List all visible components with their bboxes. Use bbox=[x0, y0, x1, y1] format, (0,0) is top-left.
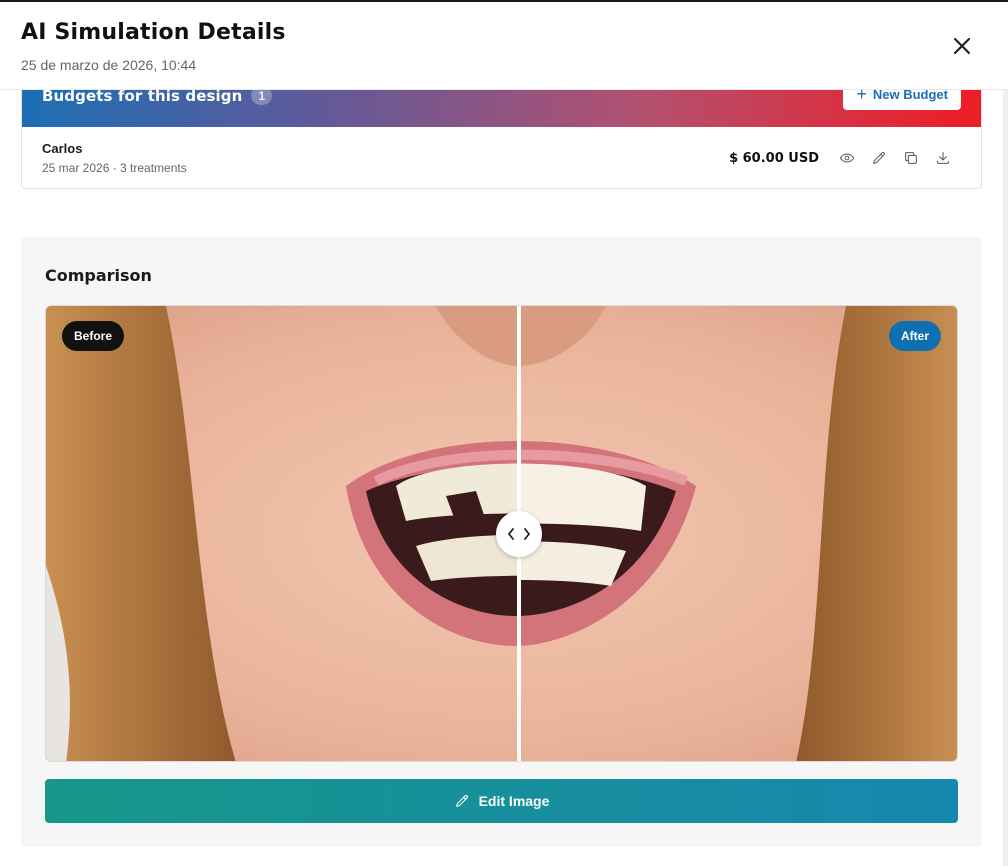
smile-photo-before bbox=[46, 306, 519, 761]
budget-amount: $ 60.00 USD bbox=[729, 150, 819, 166]
chevron-left-icon bbox=[508, 528, 514, 540]
pencil-icon[interactable] bbox=[863, 146, 895, 170]
scrollbar[interactable] bbox=[1003, 90, 1008, 866]
close-icon bbox=[953, 37, 971, 55]
slider-handle[interactable] bbox=[496, 511, 542, 557]
close-button[interactable] bbox=[948, 32, 976, 60]
before-badge: Before bbox=[62, 321, 125, 351]
modal-header: AI Simulation Details 25 de marzo de 202… bbox=[0, 2, 1008, 90]
page-title: AI Simulation Details bbox=[21, 20, 286, 45]
modal-scroll-area[interactable]: Budgets for this design 1 + New Budget C… bbox=[0, 0, 1008, 866]
before-image bbox=[46, 306, 519, 761]
after-badge: After bbox=[888, 321, 941, 351]
eye-icon[interactable] bbox=[831, 146, 863, 170]
comparison-title: Comparison bbox=[45, 266, 152, 285]
simulation-date: 25 de marzo de 2026, 10:44 bbox=[21, 57, 197, 73]
copy-icon[interactable] bbox=[895, 146, 927, 170]
smile-photo-after bbox=[519, 306, 957, 761]
comparison-section: Comparison Before After Edit Image bbox=[21, 237, 982, 847]
edit-image-label: Edit Image bbox=[478, 793, 550, 809]
before-after-slider[interactable]: Before After bbox=[45, 305, 958, 762]
edit-image-button[interactable]: Edit Image bbox=[45, 779, 958, 823]
top-border bbox=[0, 0, 1008, 2]
pencil-icon bbox=[455, 795, 468, 807]
after-image bbox=[519, 306, 957, 761]
chevron-right-icon bbox=[524, 528, 530, 540]
download-icon[interactable] bbox=[927, 146, 959, 170]
budget-row[interactable]: Carlos 25 mar 2026 · 3 treatments $ 60.0… bbox=[22, 127, 981, 188]
